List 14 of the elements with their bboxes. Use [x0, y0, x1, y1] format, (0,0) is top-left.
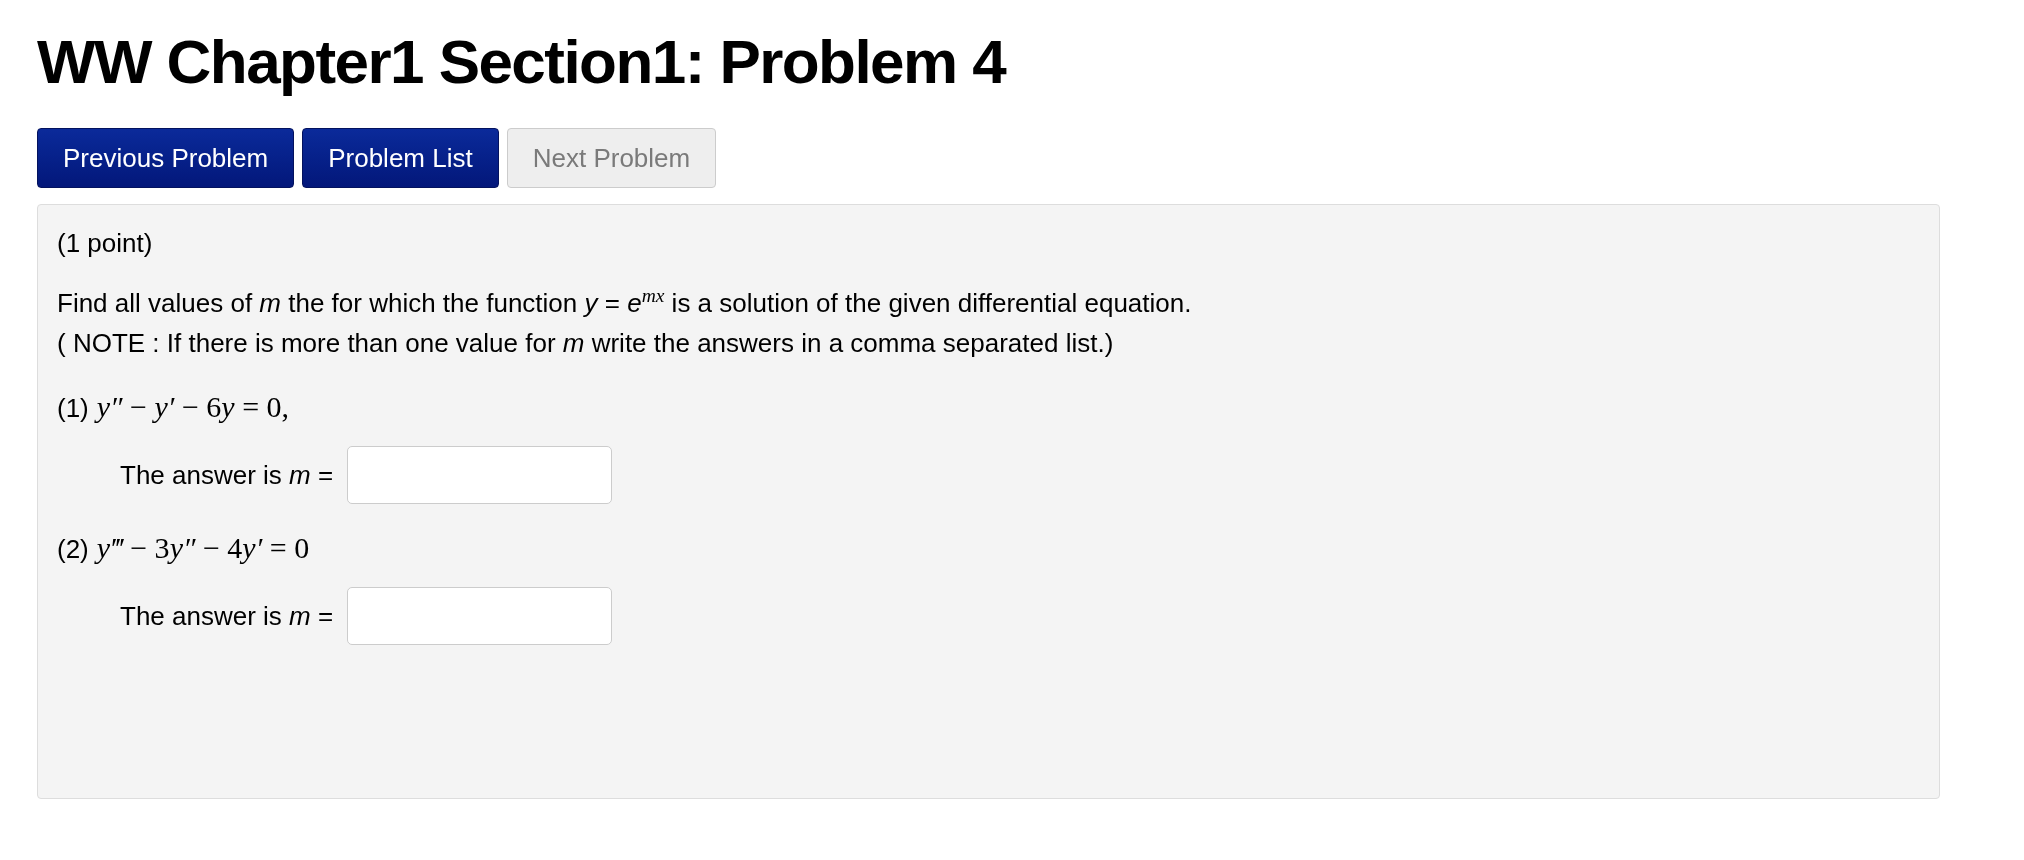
nav-button[interactable]: Problem List [302, 128, 499, 188]
answer-label: The answer is m = [120, 599, 334, 633]
equation: y″ − y′ − 6y = 0, [96, 389, 290, 425]
answer-label: The answer is m = [120, 458, 334, 492]
equation: y‴ − 3y″ − 4y′ = 0 [96, 530, 310, 566]
answer-field[interactable] [347, 587, 613, 645]
points-text: (1 point) [57, 227, 154, 260]
nav-button[interactable]: Previous Problem [37, 128, 295, 188]
page-title: WW Chapter1 Section1: Problem 4 [37, 26, 1008, 98]
problem-statement: Find all values of m the for which the function y = e$^{mx}$ is a solution of the given differential equation. [57, 284, 1193, 320]
part-label: (1) [57, 392, 89, 425]
answer-field[interactable] [347, 446, 613, 504]
problem-statement: ( NOTE : If there is more than one value for m write the answers in a comma separated list.) [57, 327, 1115, 360]
part-label: (2) [57, 533, 89, 566]
